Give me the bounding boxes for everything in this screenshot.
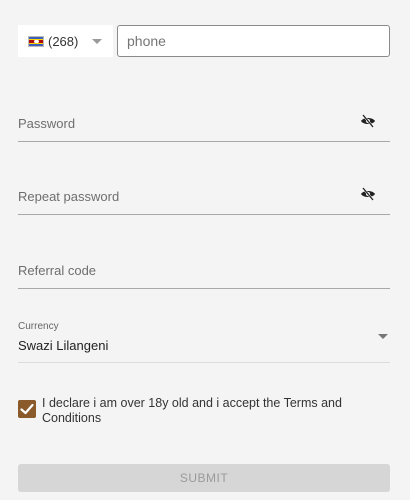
password-input[interactable] bbox=[18, 108, 348, 138]
currency-value: Swazi Lilangeni bbox=[18, 338, 109, 353]
referral-code-field bbox=[18, 255, 390, 289]
password-field bbox=[18, 108, 390, 142]
country-code-select[interactable]: (268) bbox=[18, 25, 113, 57]
phone-row: (268) bbox=[18, 25, 390, 57]
repeat-password-field bbox=[18, 181, 390, 215]
currency-select[interactable]: Currency Swazi Lilangeni bbox=[18, 316, 390, 363]
repeat-password-input[interactable] bbox=[18, 181, 348, 211]
country-dial-code: (268) bbox=[48, 33, 79, 49]
checkmark-icon bbox=[20, 403, 34, 415]
submit-button[interactable]: SUBMIT bbox=[18, 464, 390, 492]
phone-input[interactable] bbox=[117, 25, 390, 57]
eswatini-flag-icon bbox=[28, 35, 44, 47]
chevron-down-icon bbox=[92, 38, 103, 44]
declaration-text: I declare i am over 18y old and i accept… bbox=[42, 396, 342, 425]
referral-code-input[interactable] bbox=[18, 255, 348, 285]
eye-slash-icon[interactable] bbox=[360, 114, 376, 128]
declaration-checkbox[interactable] bbox=[18, 400, 36, 418]
currency-label: Currency bbox=[18, 321, 59, 332]
chevron-down-icon bbox=[378, 334, 388, 339]
eye-slash-icon[interactable] bbox=[360, 187, 376, 201]
